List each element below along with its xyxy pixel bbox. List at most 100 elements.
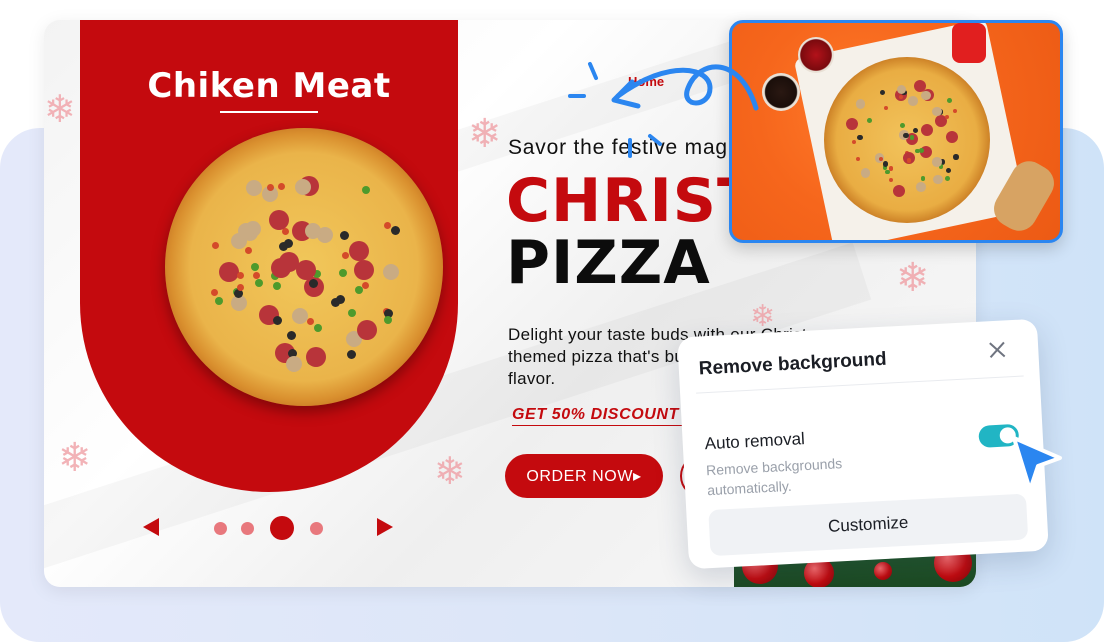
- auto-removal-description: Remove backgrounds automatically.: [705, 455, 843, 499]
- carousel-dot[interactable]: [241, 522, 254, 535]
- pizza-topping: [268, 210, 289, 231]
- pizza-topping: [294, 178, 311, 195]
- snowflake-icon: ❄: [434, 449, 466, 493]
- pizza-topping: [889, 166, 894, 171]
- pizza-topping: [920, 175, 926, 181]
- pizza-topping: [909, 134, 915, 140]
- pizza-topping: [353, 259, 374, 280]
- ornament: [874, 562, 892, 580]
- pizza-topping: [382, 263, 399, 280]
- snowflake-icon: ❄: [44, 87, 76, 131]
- pizza-topping: [912, 127, 918, 134]
- photo-pizza: [824, 57, 990, 223]
- arch-title: Chiken Meat: [147, 66, 391, 106]
- pepper-shaker: [952, 23, 986, 63]
- close-icon[interactable]: [984, 336, 1011, 363]
- pizza-topping: [903, 132, 909, 139]
- pizza-topping: [921, 124, 934, 137]
- red-arch-banner: Chiken Meat: [80, 20, 458, 492]
- carousel-dot[interactable]: [214, 522, 227, 535]
- pizza-topping: [313, 324, 322, 333]
- pizza-topping: [390, 225, 400, 235]
- pizza-topping: [286, 331, 296, 341]
- pizza-topping: [932, 157, 942, 167]
- pizza-topping: [945, 176, 951, 182]
- arch-title-underline: [220, 111, 318, 113]
- snowflake-icon: ❄: [896, 255, 930, 301]
- pizza-topping: [851, 140, 856, 145]
- pizza-topping: [906, 158, 911, 163]
- pizza-topping: [281, 228, 289, 236]
- pizza-topping: [348, 308, 357, 317]
- pizza-topping: [855, 157, 860, 162]
- pizza-topping: [347, 349, 357, 359]
- carousel-prev-button[interactable]: [143, 518, 159, 536]
- pizza-topping: [278, 182, 286, 190]
- sauce-bowl: [798, 37, 834, 73]
- pizza-topping: [945, 114, 950, 119]
- pointer-cursor-icon: [1012, 436, 1062, 492]
- pizza-topping: [879, 89, 886, 96]
- pizza-topping: [885, 169, 891, 175]
- pizza-topping: [945, 167, 952, 173]
- carousel-next-button[interactable]: [377, 518, 393, 536]
- carousel-dot[interactable]: [310, 522, 323, 535]
- pizza-topping: [219, 261, 240, 282]
- pizza-topping: [278, 241, 288, 251]
- pizza-topping: [210, 288, 218, 296]
- pizza-topping: [361, 186, 370, 195]
- pizza-topping: [272, 281, 281, 290]
- dialog-divider: [696, 375, 1024, 394]
- pizza-topping: [340, 231, 350, 241]
- pizza-topping: [251, 263, 260, 272]
- pizza-topping: [237, 223, 254, 240]
- dialog-title: Remove background: [698, 348, 888, 380]
- remove-background-dialog: Remove background Auto removal Remove ba…: [677, 318, 1049, 570]
- snowflake-icon: ❄: [468, 111, 502, 157]
- customize-button[interactable]: Customize: [708, 493, 1029, 557]
- pizza-topping: [211, 242, 219, 250]
- pizza-topping: [254, 279, 263, 288]
- pizza-topping: [236, 272, 244, 280]
- pizza-topping: [855, 98, 866, 109]
- pizza-topping: [898, 94, 903, 99]
- pizza-topping: [272, 316, 282, 326]
- pizza-topping: [246, 180, 263, 197]
- pizza-topping: [291, 307, 308, 324]
- pizza-topping: [884, 105, 889, 111]
- pizza-topping: [916, 182, 926, 192]
- pizza-topping: [893, 184, 906, 197]
- pizza-topping: [361, 282, 369, 290]
- pizza-topping: [947, 97, 952, 103]
- pizza-topping: [356, 320, 377, 341]
- pizza-topping: [383, 222, 391, 230]
- carousel-dot-active[interactable]: [270, 516, 294, 540]
- pizza-topping: [245, 246, 253, 254]
- source-photo-card[interactable]: [729, 20, 1063, 243]
- pizza-topping: [857, 134, 863, 141]
- pizza-topping: [860, 168, 871, 178]
- pizza-topping: [354, 286, 363, 295]
- pizza-topping: [846, 117, 859, 130]
- pizza-topping: [953, 154, 959, 160]
- pizza-topping: [237, 283, 245, 291]
- pizza-topping: [295, 259, 316, 280]
- pizza-topping: [953, 108, 958, 114]
- pizza-topping: [305, 347, 326, 368]
- pizza-topping: [271, 257, 292, 278]
- pizza-topping: [384, 316, 393, 325]
- pizza-topping: [866, 117, 872, 123]
- curved-arrow-icon: [568, 62, 759, 158]
- pizza-topping: [307, 317, 315, 325]
- pizza-topping: [330, 298, 340, 308]
- pizza-topping: [285, 356, 302, 373]
- order-now-button[interactable]: ORDER NOW▸: [505, 454, 663, 498]
- discount-link[interactable]: GET 50% DISCOUNT: [512, 406, 679, 424]
- pizza-topping: [882, 161, 889, 167]
- snowflake-icon: ❄: [58, 435, 92, 481]
- pizza-topping: [908, 95, 919, 106]
- pizza-topping: [888, 177, 894, 183]
- pizza-topping: [946, 130, 959, 143]
- pizza-image: [165, 128, 443, 406]
- auto-removal-label: Auto removal: [704, 429, 806, 454]
